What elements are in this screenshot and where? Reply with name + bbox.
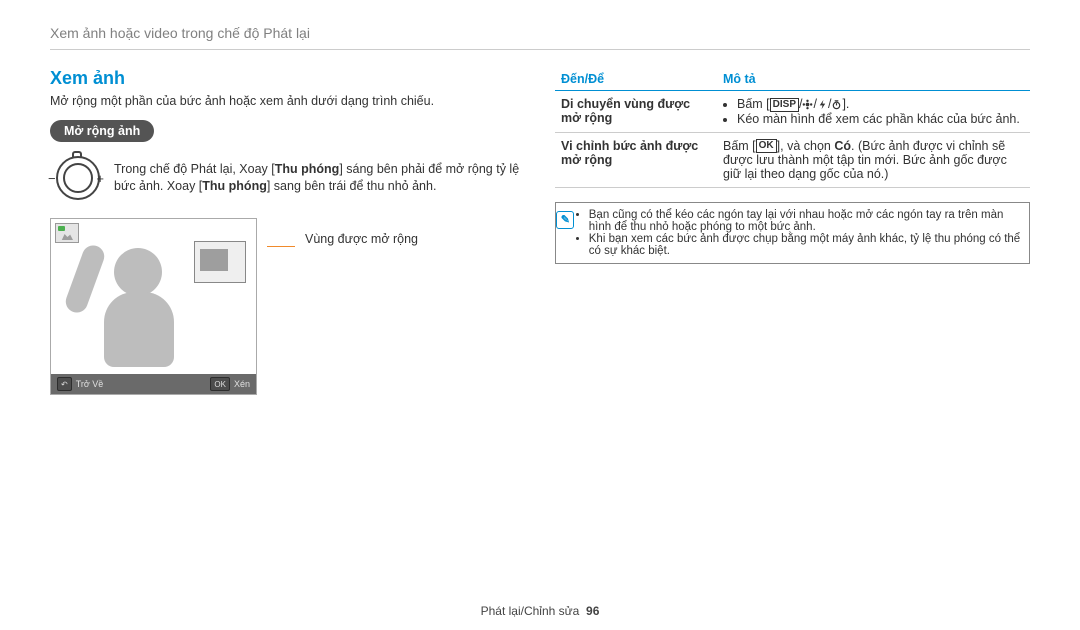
note-box: ✎ Bạn cũng có thể kéo các ngón tay lại v… <box>555 202 1030 264</box>
ok-button-icon: OK <box>756 139 777 153</box>
footer-section: Phát lại/Chỉnh sửa <box>481 604 580 618</box>
note-item: Khi bạn xem các bức ảnh được chụp bằng m… <box>589 233 1021 257</box>
ok-button-icon: OK <box>210 377 230 391</box>
table-row: Di chuyển vùng được mở rộng Bấm [DISP///… <box>555 91 1030 133</box>
lcd-bottom-bar: ↶ Trở Về OK Xén <box>51 374 256 394</box>
row1-label: Di chuyển vùng được mở rộng <box>555 91 717 133</box>
camera-lcd-preview: ↶ Trở Về OK Xén <box>50 218 257 395</box>
flash-icon <box>817 99 828 110</box>
page-footer: Phát lại/Chỉnh sửa 96 <box>0 604 1080 618</box>
back-label: Trở Về <box>76 379 104 389</box>
timer-icon <box>831 99 842 110</box>
person-silhouette <box>66 244 196 374</box>
minus-icon: − <box>48 171 56 186</box>
thumbnail-icon <box>55 223 79 243</box>
info-icon: ✎ <box>556 211 574 229</box>
back-arrow-icon: ↶ <box>57 377 72 391</box>
plus-icon: + <box>96 171 104 186</box>
dial-instruction: Trong chế độ Phát lại, Xoay [Thu phóng] … <box>114 161 525 196</box>
subsection-pill: Mở rộng ảnh <box>50 120 154 142</box>
row1-desc: Bấm [DISP///]. Kéo màn hình để xem các p… <box>717 91 1030 133</box>
callout-label: Vùng được mở rộng <box>305 232 418 246</box>
actions-table: Đến/Để Mô tả Di chuyển vùng được mở rộng… <box>555 68 1030 188</box>
table-header-right: Mô tả <box>717 68 1030 91</box>
row2-desc: Bấm [OK], và chọn Có. (Bức ảnh được vi c… <box>717 132 1030 188</box>
callout-line <box>267 246 295 247</box>
intro-text: Mở rộng một phần của bức ảnh hoặc xem ản… <box>50 94 525 108</box>
table-row: Vi chỉnh bức ảnh được mở rộng Bấm [OK], … <box>555 132 1030 188</box>
right-column: Đến/Để Mô tả Di chuyển vùng được mở rộng… <box>555 68 1030 395</box>
row2-label: Vi chỉnh bức ảnh được mở rộng <box>555 132 717 188</box>
zoom-dial-icon: − + <box>50 152 102 204</box>
table-header-left: Đến/Để <box>555 68 717 91</box>
breadcrumb: Xem ảnh hoặc video trong chế độ Phát lại <box>50 25 1030 50</box>
page-number: 96 <box>586 604 599 618</box>
crop-label: Xén <box>234 379 250 389</box>
flower-icon <box>802 99 813 110</box>
disp-button-icon: DISP <box>770 98 799 112</box>
section-title: Xem ảnh <box>50 68 525 89</box>
left-column: Xem ảnh Mở rộng một phần của bức ảnh hoặ… <box>50 68 525 395</box>
zoom-region-box <box>194 241 246 283</box>
note-item: Bạn cũng có thể kéo các ngón tay lại với… <box>589 209 1021 233</box>
